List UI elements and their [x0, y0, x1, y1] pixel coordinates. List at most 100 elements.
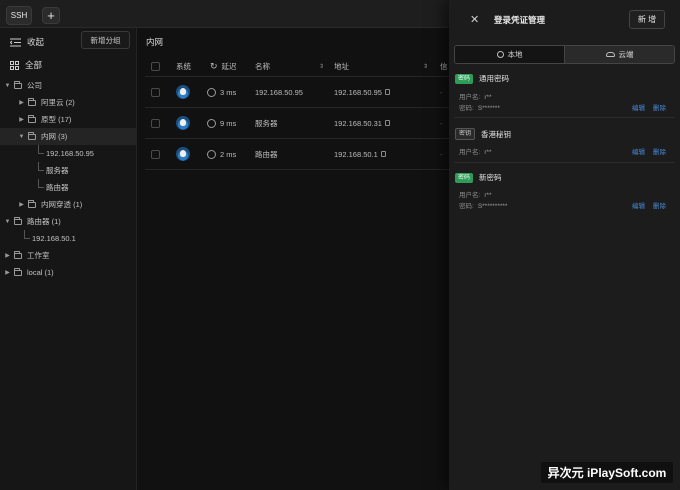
tree-leaf-host[interactable]: 192.168.50.1: [0, 230, 137, 247]
table-row[interactable]: 9 ms 服务器 192.168.50.31 -: [145, 108, 449, 139]
credential-user: 用户名: r**: [459, 189, 492, 199]
tree-item-label: 原型 (17): [41, 115, 72, 124]
select-all-checkbox[interactable]: [151, 62, 160, 71]
add-tab-button[interactable]: +: [42, 7, 60, 24]
tree-leaf-host[interactable]: 路由器: [0, 179, 137, 196]
key-badge: 密钥: [455, 128, 476, 140]
tree-item-aliyun[interactable]: ▶ 阿里云 (2): [0, 94, 137, 111]
row-checkbox[interactable]: [151, 149, 160, 159]
column-extra[interactable]: 信: [440, 61, 448, 72]
column-latency[interactable]: ↻ 延迟: [210, 61, 237, 72]
credential-item[interactable]: 密码 新密码 用户名: r** 密码: S********** 编辑 删除: [454, 172, 675, 217]
credential-user: 用户名: r**: [459, 91, 492, 101]
tree-connector: [24, 230, 30, 239]
password-badge: 密码: [455, 73, 474, 84]
copy-icon[interactable]: [384, 120, 390, 126]
sort-icon[interactable]: ⇕: [423, 63, 428, 70]
tree-item-label: 192.168.50.95: [46, 149, 94, 158]
password-label: 密码:: [459, 203, 474, 210]
caret-right-icon[interactable]: ▶: [18, 201, 25, 208]
address-cell: 192.168.50.1: [334, 150, 386, 159]
user-label: 用户名:: [459, 192, 481, 199]
caret-right-icon[interactable]: ▶: [4, 269, 11, 276]
tab-cloud[interactable]: 云端: [564, 46, 674, 63]
new-credential-button[interactable]: 新 增: [629, 10, 665, 29]
table-row[interactable]: 2 ms 路由器 192.168.50.1 -: [145, 139, 449, 170]
password-value: S*******: [477, 105, 500, 112]
user-value: r**: [484, 149, 492, 156]
credential-header: 密码 新密码: [455, 172, 502, 183]
all-hosts-item[interactable]: 全部: [10, 59, 42, 71]
password-label: 密码:: [459, 105, 474, 112]
credential-panel: ✕ 登录凭证管理 新 增 本地 云端 密码 通用密码 用户名: r** 密码: S*…: [449, 0, 680, 490]
close-icon[interactable]: ✕: [470, 13, 479, 26]
caret-down-icon[interactable]: ▼: [4, 83, 11, 89]
folder-icon: [28, 97, 36, 106]
tree-item-company[interactable]: ▼ 公司: [0, 77, 137, 94]
column-name[interactable]: 名称: [255, 61, 270, 72]
collapse-button[interactable]: 收起: [10, 36, 44, 48]
latency-cell: 9 ms: [207, 118, 236, 128]
copy-icon[interactable]: [384, 89, 390, 95]
copy-icon[interactable]: [380, 151, 386, 157]
table-row[interactable]: 3 ms 192.168.50.95 192.168.50.95 -: [145, 77, 449, 108]
sort-icon[interactable]: ⇕: [319, 63, 324, 70]
address-cell: 192.168.50.95: [334, 88, 390, 97]
caret-right-icon[interactable]: ▶: [18, 99, 25, 106]
tree-item-intranet[interactable]: ▼ 内网 (3): [0, 128, 137, 145]
credential-name: 新密码: [479, 173, 502, 182]
tree-item-label: 阿里云 (2): [41, 98, 75, 107]
tab-local-label: 本地: [507, 50, 523, 59]
tab-local[interactable]: 本地: [455, 46, 564, 63]
user-value: r**: [484, 94, 492, 101]
tab-ssh[interactable]: SSH: [6, 6, 32, 25]
collapse-label: 收起: [27, 37, 45, 47]
tree-item-studio[interactable]: ▶ 工作室: [0, 247, 137, 264]
row-checkbox[interactable]: [151, 118, 160, 128]
latency-cell: 2 ms: [207, 149, 236, 159]
smile-icon: [207, 118, 216, 128]
tree-item-label: 服务器: [46, 166, 69, 175]
storage-toggle: 本地 云端: [454, 45, 675, 64]
tree-item-label: 内网 (3): [41, 132, 68, 141]
credential-header: 密钥 香港秘钥: [455, 128, 511, 140]
edit-link[interactable]: 编辑: [632, 146, 645, 156]
caret-right-icon[interactable]: ▶: [18, 116, 25, 123]
credential-password: 密码: S**********: [459, 200, 507, 210]
column-address[interactable]: 地址: [334, 61, 349, 72]
edit-link[interactable]: 编辑: [632, 102, 645, 112]
tree-item-label: 192.168.50.1: [32, 234, 76, 243]
delete-link[interactable]: 删除: [653, 102, 666, 112]
tree-connector: [38, 162, 44, 171]
tree-item-local[interactable]: ▶ local (1): [0, 264, 137, 281]
delete-link[interactable]: 删除: [653, 200, 666, 210]
user-label: 用户名:: [459, 94, 481, 101]
tree-connector: [38, 145, 44, 154]
folder-icon: [14, 250, 22, 259]
panel-title: 登录凭证管理: [494, 15, 546, 25]
tree-item-label: 内网穿透 (1): [41, 200, 83, 209]
new-group-button[interactable]: 新增分组: [81, 31, 130, 49]
edit-link[interactable]: 编辑: [632, 200, 645, 210]
caret-down-icon[interactable]: ▼: [4, 219, 11, 225]
column-os[interactable]: 系统: [176, 61, 191, 72]
linux-icon: [176, 85, 190, 99]
user-label: 用户名:: [459, 149, 481, 156]
table-header: 系统 ↻ 延迟 名称 ⇕ 地址 ⇕ 信: [145, 57, 449, 77]
credential-item[interactable]: 密码 通用密码 用户名: r** 密码: S******* 编辑 删除: [454, 73, 675, 118]
caret-down-icon[interactable]: ▼: [18, 134, 25, 140]
tree-item-router-group[interactable]: ▼ 路由器 (1): [0, 213, 137, 230]
credential-item[interactable]: 密钥 香港秘钥 用户名: r** 编辑 删除: [454, 128, 675, 163]
row-checkbox[interactable]: [151, 87, 160, 97]
tree-leaf-host[interactable]: 服务器: [0, 162, 137, 179]
all-hosts-label: 全部: [25, 60, 43, 70]
caret-right-icon[interactable]: ▶: [4, 252, 11, 259]
credential-user: 用户名: r**: [459, 146, 492, 156]
tree-item-tunnel[interactable]: ▶ 内网穿透 (1): [0, 196, 137, 213]
password-value: S**********: [477, 203, 508, 210]
tree-leaf-host[interactable]: 192.168.50.95: [0, 145, 137, 162]
host-name: 路由器: [255, 149, 278, 159]
delete-link[interactable]: 删除: [653, 146, 666, 156]
refresh-icon[interactable]: ↻: [210, 61, 218, 72]
tree-item-prototype[interactable]: ▶ 原型 (17): [0, 111, 137, 128]
